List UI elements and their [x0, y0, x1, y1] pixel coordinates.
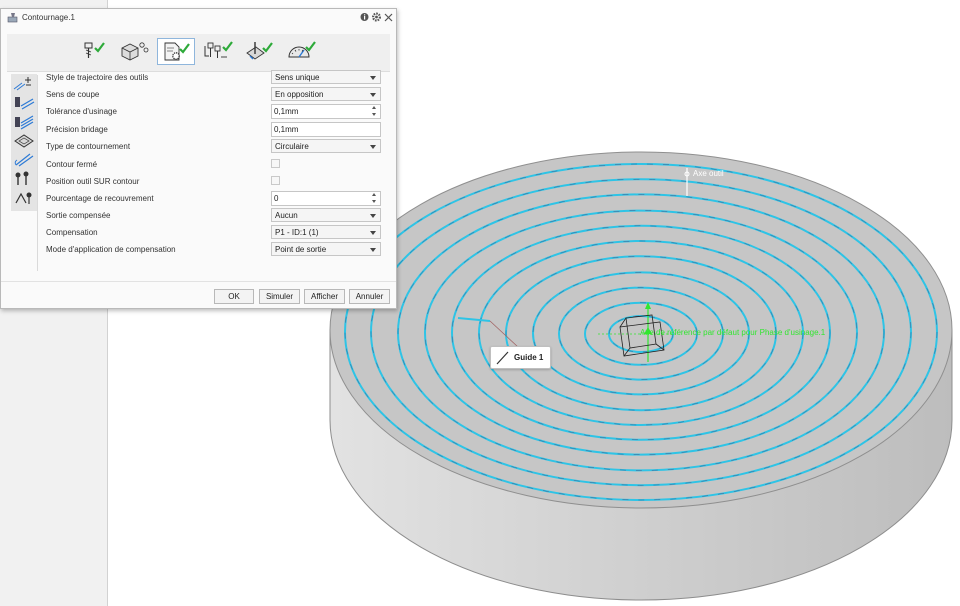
closed-contour-checkbox[interactable]	[271, 159, 280, 168]
chevron-down-icon	[370, 248, 376, 252]
close-icon[interactable]	[383, 11, 394, 23]
reference-axis-label: Axe de référence par défaut pour Phase d…	[640, 328, 826, 337]
dialog-title: Contournage.1	[22, 13, 75, 22]
field-trajectory-style: Style de trajectoire des outils Sens uni…	[46, 70, 386, 86]
field-label: Sortie compensée	[46, 211, 111, 220]
side-icon-bar	[11, 74, 37, 211]
chevron-down-icon	[370, 214, 376, 218]
tool-icon	[84, 42, 105, 58]
field-label: Contour fermé	[46, 160, 98, 169]
speed-gauge-icon	[288, 41, 316, 58]
machining-tolerance-stepper	[271, 104, 381, 119]
select-value: P1 - ID:1 (1)	[275, 228, 319, 237]
select-value: Sens unique	[275, 73, 320, 82]
side-separator	[37, 75, 38, 271]
contournage-dialog: Contournage.1 Style de trajectoire des o…	[0, 8, 397, 309]
stepper-down-icon[interactable]	[370, 112, 379, 118]
simulate-button[interactable]: Simuler	[259, 289, 300, 304]
field-machining-tolerance: Tolérance d'usinage	[46, 104, 386, 120]
tab-tool[interactable]	[75, 38, 111, 63]
info-icon[interactable]	[359, 11, 370, 23]
field-label: Type de contournement	[46, 142, 131, 151]
trajectory-style-select[interactable]: Sens unique	[271, 70, 381, 84]
cut-direction-icon[interactable]	[12, 94, 36, 111]
field-clamp-precision: Précision bridage	[46, 122, 386, 138]
contour-type-select[interactable]: Circulaire	[271, 139, 381, 153]
macros-icon	[204, 41, 233, 58]
tab-feeds[interactable]	[241, 38, 277, 63]
select-value: En opposition	[275, 90, 324, 99]
clamp-precision-icon[interactable]	[12, 132, 36, 149]
field-label: Mode d'application de compensation	[46, 245, 176, 254]
tab-strategy[interactable]	[157, 38, 195, 65]
select-value: Point de sortie	[275, 245, 327, 254]
chevron-down-icon	[370, 231, 376, 235]
part-geometry-icon	[121, 42, 149, 61]
cut-direction-select[interactable]: En opposition	[271, 87, 381, 101]
gear-icon[interactable]	[371, 11, 382, 23]
tab-geometry[interactable]	[116, 38, 152, 63]
guide-line-icon	[496, 351, 509, 365]
field-label: Compensation	[46, 228, 98, 237]
trajectory-style-icon[interactable]	[12, 75, 36, 92]
dialog-footer: OK Simuler Afficher Annuler	[1, 281, 396, 309]
guide-label-text: Guide 1	[514, 353, 544, 362]
select-value: Aucun	[275, 211, 298, 220]
overlap-icon[interactable]	[12, 170, 36, 187]
tool-axis-label: Axe outil	[693, 169, 724, 178]
overlap-percentage-stepper	[271, 191, 381, 206]
field-cut-direction: Sens de coupe En opposition	[46, 87, 386, 103]
field-label: Tolérance d'usinage	[46, 107, 117, 116]
strategy-icon	[164, 42, 190, 61]
select-value: Circulaire	[275, 142, 309, 151]
tab-macros[interactable]	[200, 38, 236, 63]
clamp-precision-box	[271, 122, 381, 137]
display-button[interactable]: Afficher	[304, 289, 345, 304]
field-compensation: Compensation P1 - ID:1 (1)	[46, 225, 386, 241]
chevron-down-icon	[370, 93, 376, 97]
compensation-icon[interactable]	[12, 189, 36, 206]
cancel-button[interactable]: Annuler	[349, 289, 390, 304]
field-label: Position outil SUR contour	[46, 177, 140, 186]
chevron-down-icon	[370, 76, 376, 80]
field-label: Précision bridage	[46, 125, 108, 134]
field-compensation-mode: Mode d'application de compensation Point…	[46, 242, 386, 258]
tool-on-contour-checkbox[interactable]	[271, 176, 280, 185]
field-compensated-exit: Sortie compensée Aucun	[46, 208, 386, 224]
operation-icon	[7, 13, 18, 23]
tabstrip	[7, 34, 390, 72]
stepper-up-icon[interactable]	[370, 192, 379, 198]
tolerance-icon[interactable]	[12, 113, 36, 130]
compensation-select[interactable]: P1 - ID:1 (1)	[271, 225, 381, 239]
feeds-icon	[246, 42, 273, 60]
guide-label[interactable]: Guide 1	[490, 346, 551, 369]
clamp-precision-input[interactable]	[274, 124, 368, 135]
tab-speed[interactable]	[284, 38, 320, 63]
stepper-down-icon[interactable]	[370, 199, 379, 205]
compensation-mode-select[interactable]: Point de sortie	[271, 242, 381, 256]
compensated-exit-select[interactable]: Aucun	[271, 208, 381, 222]
field-label: Sens de coupe	[46, 90, 100, 99]
field-label: Pourcentage de recouvrement	[46, 194, 154, 203]
field-overlap-percentage: Pourcentage de recouvrement	[46, 191, 386, 207]
machining-tolerance-input[interactable]	[274, 106, 368, 117]
field-contour-type: Type de contournement Circulaire	[46, 139, 386, 155]
field-tool-on-contour: Position outil SUR contour	[46, 174, 386, 190]
dialog-titlebar[interactable]: Contournage.1	[1, 9, 396, 26]
field-label: Style de trajectoire des outils	[46, 73, 149, 82]
ok-button[interactable]: OK	[214, 289, 254, 304]
field-closed-contour: Contour fermé	[46, 157, 386, 173]
chevron-down-icon	[370, 145, 376, 149]
overlap-percentage-input[interactable]	[274, 193, 368, 204]
contour-type-icon[interactable]	[12, 151, 36, 168]
stepper-up-icon[interactable]	[370, 105, 379, 111]
